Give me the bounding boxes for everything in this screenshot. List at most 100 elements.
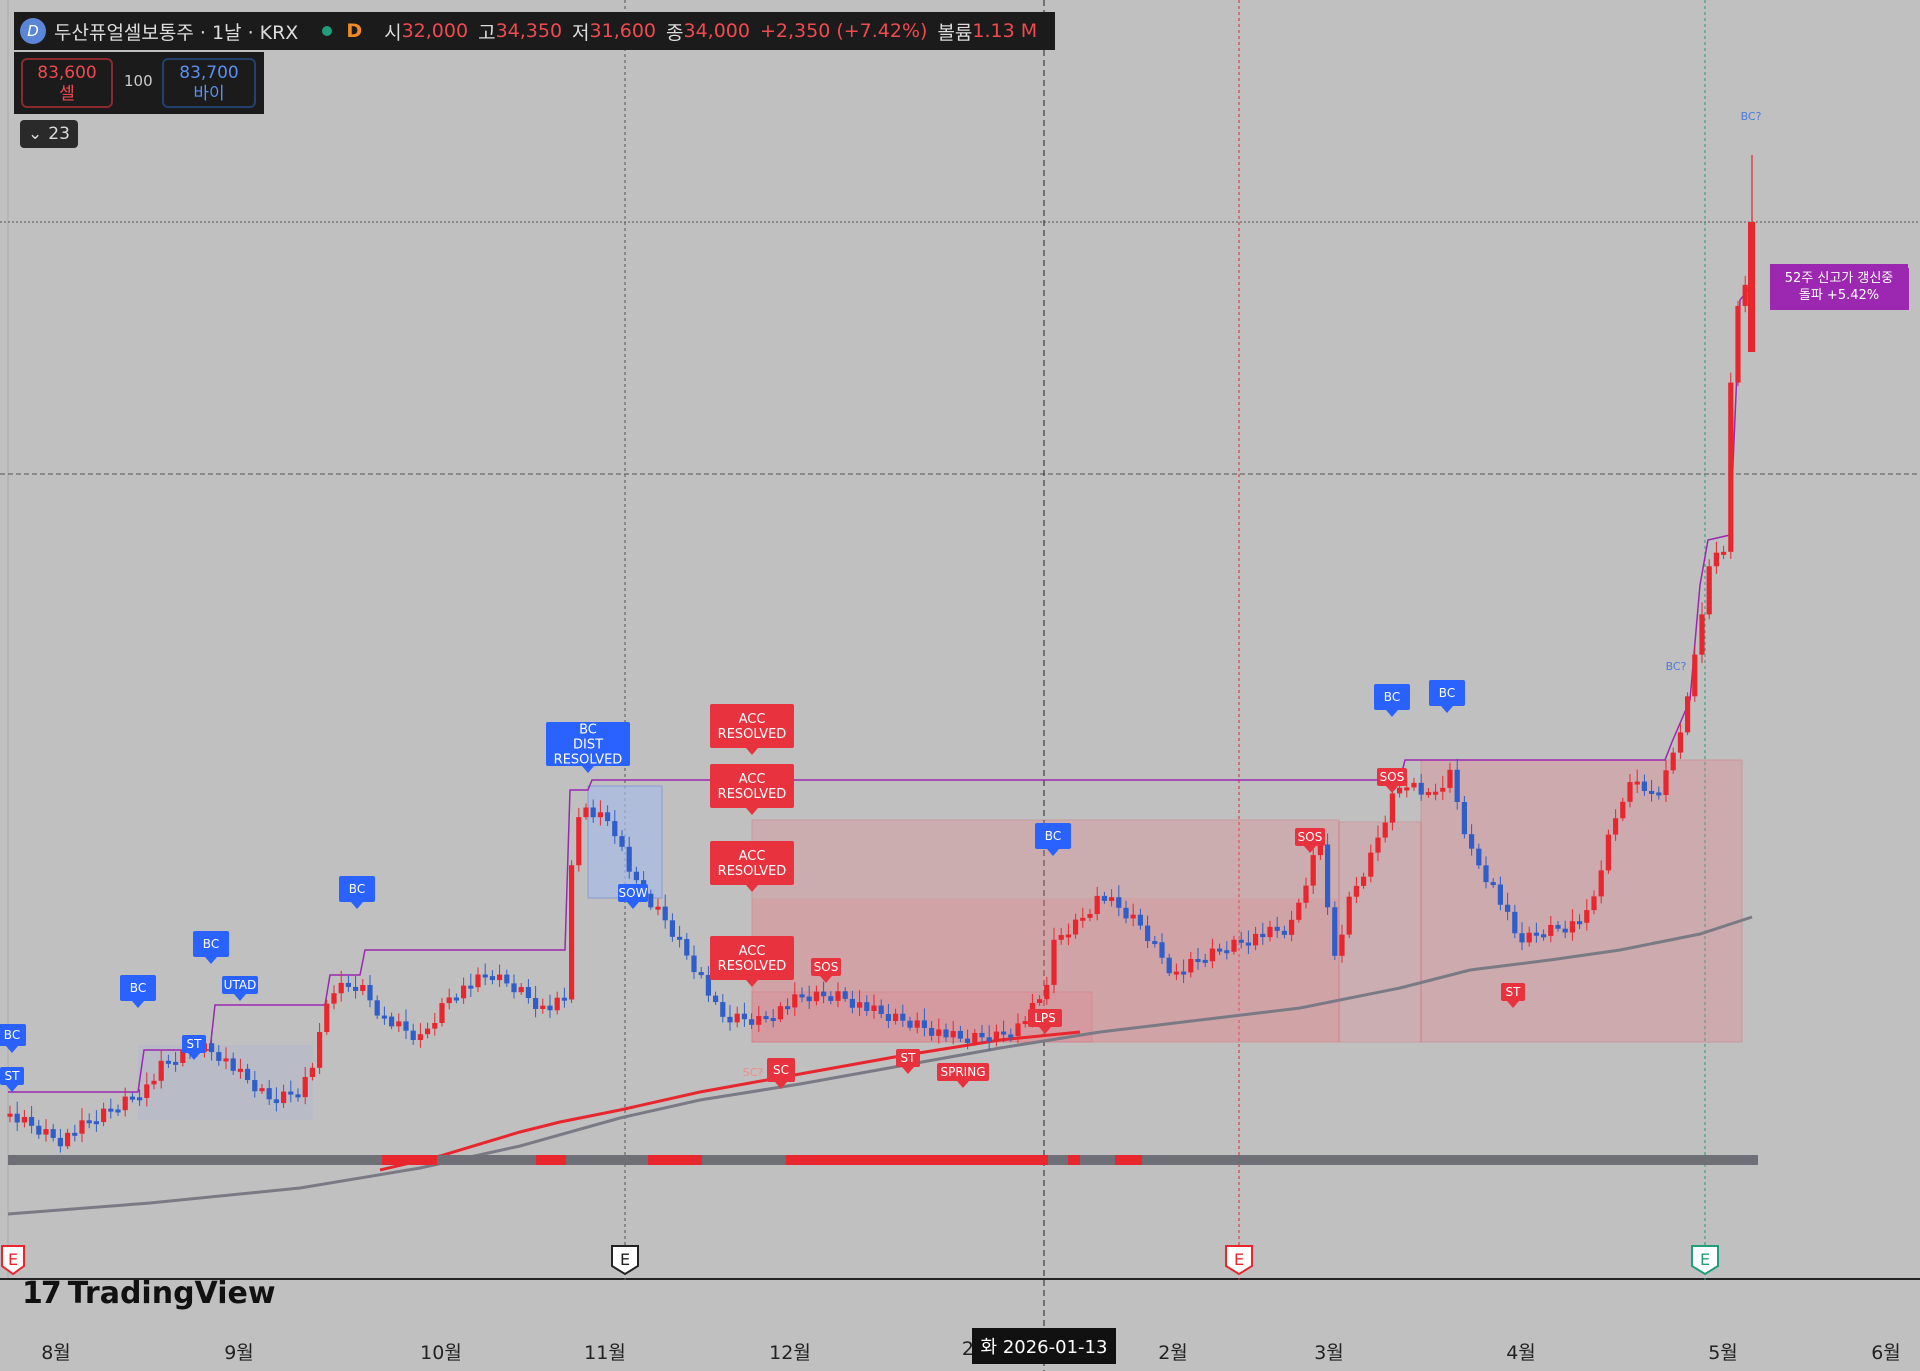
- x-tick-label: 2월: [1158, 1342, 1188, 1364]
- annotation-label-text: RESOLVED: [718, 864, 787, 879]
- candle-body: [1044, 984, 1050, 1000]
- annotation-label-text: BC: [1045, 829, 1061, 843]
- annotation-label-text: RESOLVED: [718, 727, 787, 742]
- candle-body: [302, 1077, 308, 1098]
- candle-body: [1397, 787, 1403, 794]
- x-tick-label: 8월: [41, 1342, 71, 1364]
- candle-body: [504, 974, 510, 984]
- candle-body: [1663, 770, 1669, 795]
- open-value: 32,000: [401, 20, 469, 42]
- annotation-label-text: SOS: [1298, 830, 1323, 844]
- open-label: 시: [384, 21, 402, 44]
- candle-body: [273, 1099, 279, 1104]
- candle-body: [1325, 844, 1331, 908]
- annotation-label-text: BC: [579, 723, 597, 738]
- x-tick-label: 9월: [224, 1342, 254, 1364]
- candle-body: [525, 987, 531, 999]
- annotation-label-text: SC?: [743, 1066, 764, 1079]
- annotation-label-text: ST: [187, 1037, 203, 1051]
- annotation-label-text: BC: [203, 937, 219, 951]
- candle-body: [245, 1068, 251, 1081]
- sell-label: 셀: [59, 84, 75, 104]
- candle-body: [122, 1096, 128, 1111]
- x-tick-label: 12월: [769, 1342, 811, 1364]
- x-tick-label: 5월: [1708, 1342, 1738, 1364]
- candle-body: [1620, 801, 1626, 819]
- candle-body: [1742, 284, 1748, 306]
- candle-body: [295, 1094, 301, 1098]
- annotation-label-text: SPRING: [940, 1065, 985, 1079]
- candle-body: [828, 996, 834, 1001]
- chevron-down-icon: ⌄: [28, 124, 43, 144]
- candle-body: [223, 1058, 229, 1062]
- candle-body: [281, 1091, 287, 1104]
- candle-body: [763, 1016, 769, 1020]
- candle-body: [1584, 910, 1590, 923]
- annotation-label-text: ACC: [739, 772, 766, 787]
- candle-body: [1389, 793, 1395, 823]
- candle-body: [1483, 865, 1489, 883]
- candle-body: [115, 1109, 121, 1113]
- watermark-text: TradingView: [67, 1276, 276, 1311]
- candle-body: [1519, 933, 1525, 943]
- candle-body: [389, 1016, 395, 1027]
- callout-text-2: 돌파 +5.42%: [1799, 288, 1879, 303]
- candle-body: [259, 1088, 265, 1092]
- candle-body: [1080, 917, 1086, 921]
- candle-body: [720, 1002, 726, 1017]
- symbol-title[interactable]: 두산퓨얼셀보통주 · 1날 · KRX: [54, 18, 298, 45]
- candle-body: [741, 1013, 747, 1020]
- candle-body: [1454, 769, 1460, 802]
- candle-body: [1598, 870, 1604, 897]
- candle-body: [857, 1002, 863, 1008]
- candle-body: [86, 1120, 92, 1124]
- candle-body: [403, 1021, 409, 1031]
- candle-body: [561, 997, 567, 1001]
- candle-body: [1209, 948, 1215, 962]
- sell-price: 83,600: [37, 63, 97, 83]
- price-chart[interactable]: BCBCBCBCBC BCBCBCDISTRESOLVEDACCRESOLVEDA…: [0, 0, 1920, 1371]
- candle-body: [885, 1014, 891, 1021]
- candle-body: [957, 1030, 963, 1039]
- candle-body: [1469, 834, 1475, 849]
- candle-body: [1368, 852, 1374, 877]
- candle-body: [921, 1020, 927, 1028]
- candle-body: [360, 985, 366, 991]
- candle-body: [633, 871, 639, 881]
- candle-body: [475, 974, 481, 988]
- candle-body: [1339, 934, 1345, 956]
- annotation-label-text: RESOLVED: [554, 753, 623, 768]
- candle-body: [691, 955, 697, 973]
- candle-body: [461, 985, 467, 999]
- candle-body: [497, 974, 503, 981]
- candle-body: [1289, 919, 1295, 935]
- candle-body: [1677, 732, 1683, 753]
- candle-body: [1382, 822, 1388, 838]
- sell-button[interactable]: 83,600 셀: [21, 58, 113, 108]
- symbol-header[interactable]: D 두산퓨얼셀보통주 · 1날 · KRX D 시 32,000 고 34,35…: [14, 12, 1056, 50]
- candle-body: [1425, 792, 1431, 796]
- interval-code: D: [346, 20, 363, 42]
- indicators-toggle-button[interactable]: ⌄ 23: [20, 120, 78, 148]
- volume-value: 1.13 M: [972, 20, 1038, 42]
- candle-body: [576, 817, 582, 866]
- candle-body: [79, 1120, 85, 1134]
- candle-body: [547, 1005, 553, 1011]
- tradingview-watermark[interactable]: 17 TradingView: [22, 1276, 276, 1311]
- candle-body: [173, 1061, 179, 1065]
- candle-body: [806, 996, 812, 1002]
- candle-body: [1145, 925, 1151, 942]
- candle-body: [1541, 934, 1547, 938]
- candle-body: [7, 1113, 13, 1117]
- candle-body: [237, 1068, 243, 1072]
- candle-body: [1591, 896, 1597, 911]
- candle-body: [36, 1125, 42, 1135]
- buy-button[interactable]: 83,700 바이: [162, 58, 256, 108]
- high-value: 34,350: [495, 20, 563, 42]
- svg-text:E: E: [1234, 1250, 1244, 1269]
- annotation-label-text: BC: [349, 882, 365, 896]
- candle-body: [713, 995, 719, 1003]
- quantity-field[interactable]: 100: [124, 72, 153, 90]
- annotation-label-text: DIST: [573, 738, 603, 753]
- candle-body: [309, 1067, 315, 1077]
